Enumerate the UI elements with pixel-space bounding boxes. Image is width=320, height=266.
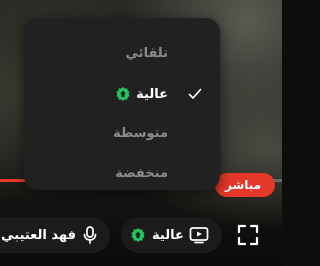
quality-option-label: متوسطة <box>113 125 168 141</box>
quality-button[interactable]: عالية <box>121 217 222 253</box>
check-icon <box>188 88 202 99</box>
quality-label: عالية <box>152 227 184 243</box>
quality-option-auto[interactable]: تلقائي <box>24 40 220 66</box>
fullscreen-icon <box>237 224 259 246</box>
hd-badge-icon <box>116 87 130 101</box>
quality-option-high[interactable]: عالية <box>24 81 220 107</box>
quality-option-label: تلقائي <box>125 45 168 61</box>
speaker-name: فهد العتيبي <box>1 227 76 243</box>
quality-option-low[interactable]: منخفضة <box>24 160 220 186</box>
screen-icon <box>189 227 209 244</box>
quality-option-medium[interactable]: متوسطة <box>24 120 220 146</box>
live-badge: مباشر <box>215 173 276 197</box>
quality-menu: تلقائي عالية متوسطة منخفضة <box>24 18 220 190</box>
hd-badge-icon <box>131 228 145 242</box>
fullscreen-button[interactable] <box>233 220 263 250</box>
quality-option-label: عالية <box>136 86 168 102</box>
microphone-icon <box>83 226 97 244</box>
speaker-pill[interactable]: فهد العتيبي <box>0 217 110 253</box>
quality-option-label: منخفضة <box>115 165 168 181</box>
